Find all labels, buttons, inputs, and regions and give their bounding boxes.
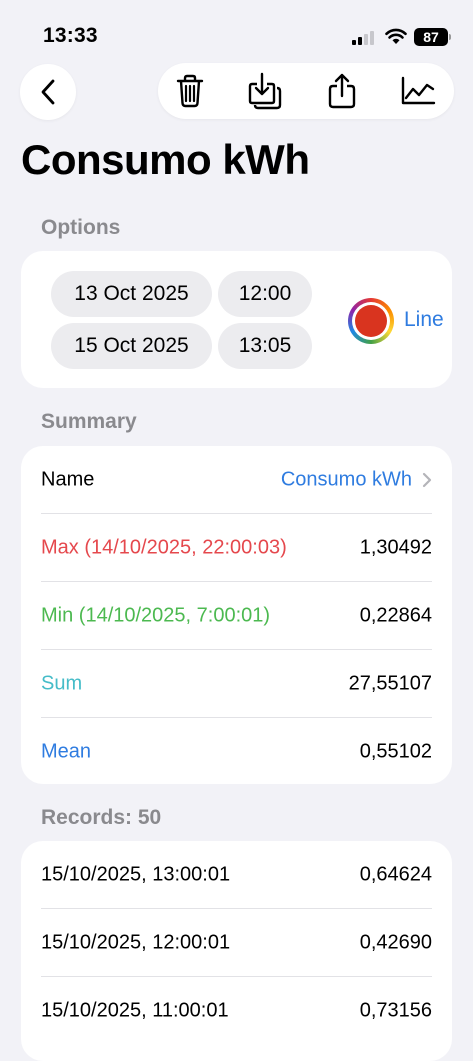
- chart-type-selector[interactable]: Line: [404, 308, 444, 332]
- download-icon: [248, 72, 282, 110]
- wifi-icon: [385, 28, 407, 44]
- record-value: 0,64624: [359, 863, 432, 886]
- summary-mean-row: Mean 0,55102: [41, 718, 432, 784]
- summary-max-row[interactable]: Max (14/10/2025, 22:00:03) 1,30492: [41, 514, 432, 582]
- sum-label: Sum: [41, 672, 83, 695]
- name-label: Name: [41, 468, 95, 491]
- end-date-picker[interactable]: 15 Oct 2025: [51, 323, 212, 369]
- min-label: Min (14/10/2025, 7:00:01): [41, 604, 271, 627]
- chevron-right-icon: [422, 472, 432, 488]
- chart-icon: [401, 76, 436, 105]
- chevron-left-icon: [41, 79, 55, 105]
- share-icon: [328, 73, 356, 109]
- start-time-picker[interactable]: 12:00: [218, 271, 312, 317]
- action-toolbar: [158, 63, 454, 119]
- back-button[interactable]: [20, 64, 76, 120]
- chart-button[interactable]: [398, 71, 438, 111]
- delete-button[interactable]: [170, 71, 210, 111]
- min-value: 0,22864: [359, 604, 432, 627]
- summary-sum-row: Sum 27,55107: [41, 650, 432, 718]
- cellular-signal-icon: [352, 31, 378, 45]
- color-ring-inner: [352, 302, 390, 340]
- name-value: Consumo kWh: [280, 468, 412, 491]
- record-value: 0,42690: [359, 931, 432, 954]
- mean-label: Mean: [41, 740, 92, 763]
- record-timestamp: 15/10/2025, 12:00:01: [41, 931, 231, 954]
- records-header: Records: 50: [41, 806, 162, 829]
- trash-icon: [176, 74, 204, 108]
- mean-value: 0,55102: [359, 740, 432, 763]
- share-button[interactable]: [322, 71, 362, 111]
- download-button[interactable]: [245, 71, 285, 111]
- summary-min-row[interactable]: Min (14/10/2025, 7:00:01) 0,22864: [41, 582, 432, 650]
- record-timestamp: 15/10/2025, 11:00:01: [41, 999, 229, 1022]
- summary-header: Summary: [41, 410, 137, 433]
- max-label: Max (14/10/2025, 22:00:03): [41, 536, 287, 559]
- page-title: Consumo kWh: [21, 136, 310, 183]
- selected-color-swatch: [355, 305, 387, 337]
- battery-tip: [449, 34, 451, 40]
- options-header: Options: [41, 216, 121, 239]
- record-row[interactable]: 15/10/2025, 11:00:01 0,73156: [41, 977, 432, 1045]
- record-row[interactable]: 15/10/2025, 12:00:01 0,42690: [41, 909, 432, 977]
- battery-indicator: 87: [414, 28, 448, 46]
- record-timestamp: 15/10/2025, 13:00:01: [41, 863, 231, 886]
- max-value: 1,30492: [359, 536, 432, 559]
- sum-value: 27,55107: [348, 672, 432, 695]
- summary-name-row[interactable]: Name Consumo kWh: [41, 446, 432, 514]
- status-time: 13:33: [43, 24, 98, 47]
- end-time-picker[interactable]: 13:05: [218, 323, 312, 369]
- start-date-picker[interactable]: 13 Oct 2025: [51, 271, 212, 317]
- color-picker[interactable]: [348, 298, 394, 344]
- status-bar: 13:33 87: [0, 0, 473, 60]
- summary-card: Name Consumo kWh Max (14/10/2025, 22:00:…: [21, 446, 452, 784]
- records-card: 15/10/2025, 13:00:01 0,64624 15/10/2025,…: [21, 841, 452, 1061]
- record-value: 0,73156: [359, 999, 432, 1022]
- record-row[interactable]: 15/10/2025, 13:00:01 0,64624: [41, 841, 432, 909]
